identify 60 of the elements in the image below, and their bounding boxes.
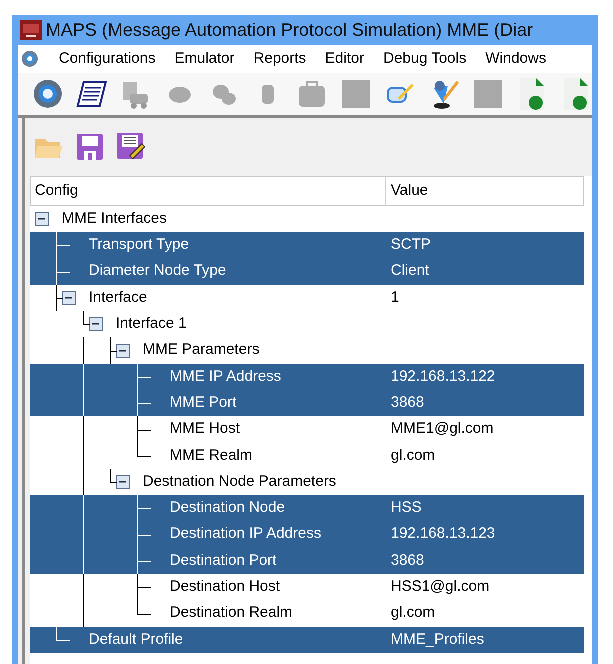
value-text: MME1@gl.com (390, 419, 494, 440)
briefcase-icon[interactable] (296, 78, 328, 110)
config-label: Destination IP Address (170, 524, 322, 544)
value-text: 3868 (390, 392, 424, 413)
tree-row[interactable]: Diameter Node Type Client (30, 258, 584, 285)
menu-item[interactable]: Configurations (59, 48, 156, 70)
config-label: MME Realm (170, 446, 253, 466)
save-icon[interactable] (76, 133, 104, 161)
config-label: Interface 1 (116, 314, 187, 334)
tree-row[interactable]: Default Profile MME_Profiles (30, 626, 584, 654)
save-edit-icon[interactable] (116, 132, 146, 162)
menu-item[interactable]: Windows (486, 48, 546, 70)
column-header[interactable]: Config (31, 177, 386, 205)
menu-item[interactable]: Emulator (174, 48, 235, 70)
tree-row[interactable]: MME IP Address 192.168.13.122 (30, 364, 584, 390)
tree-row[interactable]: Destnation Node Parameters (30, 468, 584, 496)
value-text: 3868 (390, 550, 424, 571)
collapse-icon[interactable] (35, 212, 49, 226)
tree-row[interactable]: Destination Node HSS (30, 495, 584, 522)
notepad-icon[interactable] (76, 78, 108, 110)
menu-item[interactable]: Reports (254, 48, 306, 70)
menu-item[interactable]: Editor (325, 48, 364, 70)
value-text: gl.com (390, 446, 436, 466)
collapse-icon[interactable] (89, 317, 103, 332)
collapse-icon[interactable] (116, 475, 130, 490)
config-label: Destination Node (170, 498, 286, 518)
value-text: HSS (390, 498, 422, 518)
config-label: MME Interfaces (62, 208, 168, 229)
config-label: MME IP Address (170, 366, 282, 387)
column-header[interactable]: Value (386, 177, 583, 205)
tree-row[interactable]: MME Port 3868 (30, 390, 584, 416)
value-text: 192.168.13.123 (390, 524, 496, 544)
square-icon[interactable] (472, 78, 504, 110)
collapse-icon[interactable] (62, 291, 76, 306)
tree-row[interactable]: Destination Port 3868 (30, 548, 584, 574)
value-text: MME_Profiles (390, 630, 484, 650)
tree-row[interactable]: Transport Type SCTP (30, 232, 584, 259)
config-label: Destination Realm (170, 603, 293, 624)
config-label: MME Parameters (143, 340, 260, 360)
config-label: Destnation Node Parameters (143, 472, 336, 492)
menu-item[interactable]: Debug Tools (383, 48, 467, 70)
value-text: gl.com (390, 603, 436, 624)
square-icon[interactable] (340, 78, 372, 110)
tree-row[interactable]: Destination IP Address 192.168.13.123 (30, 522, 584, 548)
config-label: Destination Port (170, 550, 277, 571)
logo-icon (20, 20, 42, 40)
config-label: Destination Host (170, 577, 280, 598)
config-label: Interface (89, 288, 148, 308)
config-label: Transport Type (89, 235, 190, 256)
value-text: 192.168.13.122 (390, 366, 496, 387)
value-text: 1 (390, 288, 400, 308)
value-text: HSS1@gl.com (390, 577, 490, 598)
config-label: Default Profile (89, 630, 184, 650)
collapse-icon[interactable] (116, 344, 130, 358)
config-label: MME Host (170, 419, 240, 440)
config-label: Diameter Node Type (89, 261, 226, 282)
config-label: MME Port (170, 392, 237, 413)
window-title: MAPS (Message Automation Protocol Simulation) MME (Diar (46, 18, 534, 42)
value-text: Client (390, 261, 430, 282)
value-text: SCTP (390, 235, 432, 256)
